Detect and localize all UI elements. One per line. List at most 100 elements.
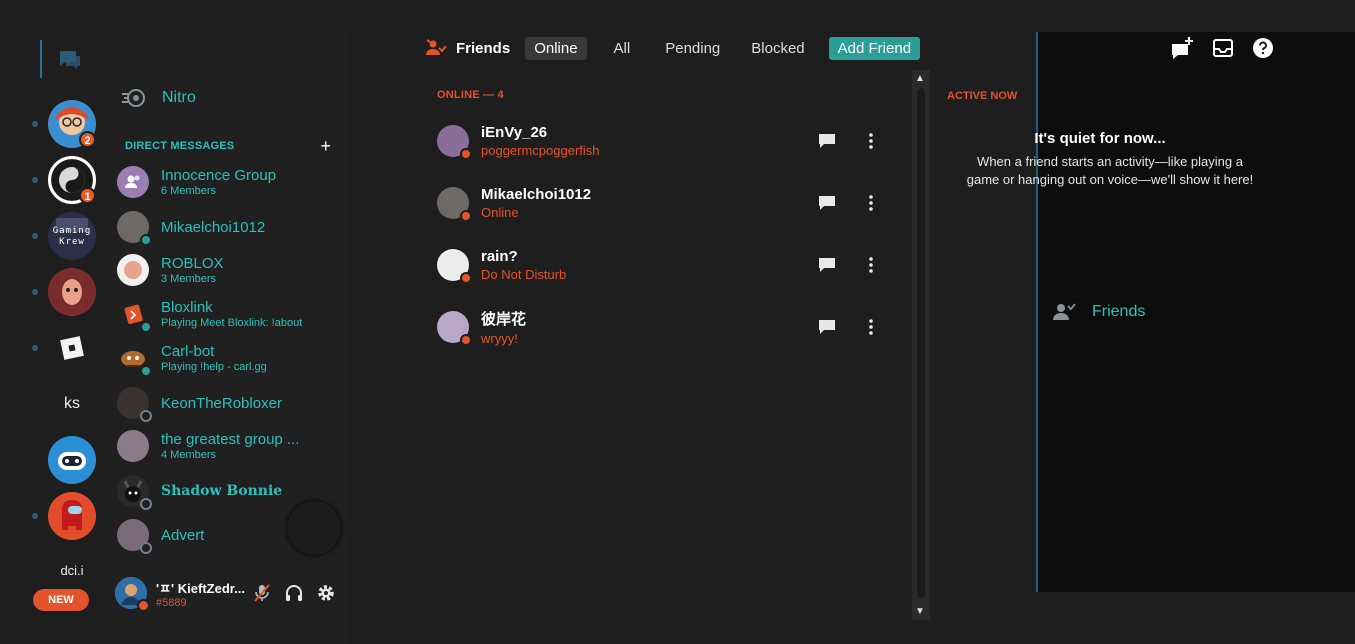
message-button[interactable] bbox=[808, 247, 846, 283]
group-avatar bbox=[117, 254, 149, 286]
unread-pip bbox=[32, 177, 38, 183]
new-group-dm-button[interactable] bbox=[1163, 30, 1203, 66]
friend-avatar bbox=[437, 187, 472, 222]
tab-blocked[interactable]: Blocked bbox=[742, 37, 813, 60]
home-button[interactable] bbox=[40, 38, 100, 80]
more-vertical-icon bbox=[869, 319, 873, 335]
mention-badge: 2 bbox=[79, 131, 96, 148]
floating-overlay-bubble[interactable] bbox=[287, 501, 341, 555]
gear-icon bbox=[318, 585, 334, 601]
online-status-dot bbox=[140, 321, 152, 333]
bot-avatar bbox=[117, 342, 152, 377]
empty-state-heading: It's quiet for now... bbox=[1034, 130, 1166, 147]
friend-status: Online bbox=[481, 205, 519, 220]
dm-name: Innocence Group bbox=[161, 167, 277, 184]
online-count-label: ONLINE — 4 bbox=[437, 89, 504, 101]
friend-status: Do Not Disturb bbox=[481, 267, 567, 282]
friend-row[interactable]: rain? Do Not Disturb bbox=[437, 234, 890, 296]
dm-name: Shadow Bonnie bbox=[161, 483, 283, 499]
server-rail: 2 1 Gaming Krew ks dci.i NEW bbox=[0, 0, 106, 644]
dm-subtext: Playing Meet Bloxlink: !about bbox=[161, 317, 303, 329]
active-now-panel: ACTIVE NOW It's quiet for now... When a … bbox=[930, 66, 1270, 626]
create-dm-icon[interactable]: + bbox=[320, 137, 331, 155]
dm-item[interactable]: Carl-bot Playing !help - carl.gg bbox=[117, 336, 342, 380]
dm-item[interactable]: Innocence Group 6 Members bbox=[117, 160, 342, 204]
user-panel: 'ㅍ' KieftZedr... #5889 bbox=[106, 570, 348, 616]
user-avatar bbox=[117, 387, 152, 422]
new-unreads-pill[interactable]: NEW bbox=[33, 589, 89, 611]
server-label-ks[interactable]: ks bbox=[48, 395, 96, 413]
dm-subtext: 3 Members bbox=[161, 273, 217, 285]
more-vertical-icon bbox=[869, 195, 873, 211]
dm-name: KeonTheRobloxer bbox=[161, 394, 282, 412]
online-status-dot bbox=[460, 210, 472, 222]
user-avatar[interactable] bbox=[115, 577, 150, 612]
online-status-dot bbox=[460, 148, 472, 160]
friend-name: rain? bbox=[481, 248, 518, 265]
scrollbar-thumb[interactable] bbox=[917, 88, 925, 598]
deafen-button[interactable] bbox=[278, 577, 310, 609]
message-button[interactable] bbox=[808, 185, 846, 221]
message-icon bbox=[819, 196, 835, 210]
user-avatar bbox=[117, 211, 152, 246]
dm-name: Advert bbox=[161, 526, 205, 544]
more-options-button[interactable] bbox=[852, 185, 890, 221]
scroll-down-icon[interactable]: ▼ bbox=[915, 606, 925, 617]
dm-name: Bloxlink bbox=[161, 299, 213, 316]
friend-row[interactable]: iEnVy_26 poggermcpoggerfish bbox=[437, 110, 890, 172]
unread-pip bbox=[32, 233, 38, 239]
online-status-dot bbox=[460, 334, 472, 346]
roblox-icon bbox=[60, 336, 84, 360]
message-button[interactable] bbox=[808, 309, 846, 345]
message-button[interactable] bbox=[808, 123, 846, 159]
server-avatar[interactable]: Gaming Krew bbox=[48, 212, 96, 260]
dm-item[interactable]: ROBLOX 3 Members bbox=[117, 248, 342, 292]
mute-button[interactable] bbox=[246, 577, 278, 609]
friends-scrollbar[interactable]: ▲ ▼ bbox=[912, 70, 930, 620]
new-group-dm-icon bbox=[1172, 37, 1193, 59]
server-avatar-text: Gaming Krew bbox=[52, 226, 92, 247]
dnd-status-dot bbox=[460, 272, 472, 284]
nav-nitro[interactable]: Nitro bbox=[108, 76, 331, 120]
dm-section-header: DIRECT MESSAGES + bbox=[125, 137, 331, 155]
server-avatar[interactable] bbox=[48, 492, 96, 540]
server-avatar[interactable] bbox=[48, 324, 96, 372]
friend-row[interactable]: Mikaelchoi1012 Online bbox=[437, 172, 890, 234]
current-user-tag: #5889 bbox=[156, 596, 187, 609]
nav-label: Nitro bbox=[162, 89, 196, 106]
tab-online[interactable]: Online bbox=[525, 36, 587, 60]
help-button[interactable] bbox=[1243, 30, 1283, 66]
friend-name: 彼岸花 bbox=[481, 310, 527, 328]
friend-name: iEnVy_26 bbox=[481, 124, 548, 141]
more-options-button[interactable] bbox=[852, 123, 890, 159]
add-friend-button[interactable]: Add Friend bbox=[828, 36, 921, 60]
message-icon bbox=[819, 320, 835, 334]
dm-subtext: Playing !help - carl.gg bbox=[161, 361, 267, 373]
dm-item[interactable]: KeonTheRobloxer bbox=[117, 381, 342, 425]
user-avatar bbox=[117, 519, 152, 554]
dm-name: ROBLOX bbox=[161, 255, 224, 272]
server-avatar[interactable] bbox=[48, 436, 96, 484]
dm-item[interactable]: the greatest group ... 4 Members bbox=[117, 424, 342, 468]
user-avatar bbox=[117, 475, 152, 510]
tab-all[interactable]: All bbox=[605, 37, 640, 60]
dm-item[interactable]: Mikaelchoi1012 bbox=[117, 205, 342, 249]
more-options-button[interactable] bbox=[852, 309, 890, 345]
inbox-button[interactable] bbox=[1203, 30, 1243, 66]
dm-subtext: 4 Members bbox=[161, 449, 217, 461]
scroll-up-icon[interactable]: ▲ bbox=[915, 73, 925, 84]
dm-subtext: 6 Members bbox=[161, 185, 217, 197]
server-avatar[interactable] bbox=[48, 268, 96, 316]
friends-header-bar: Friends Online All Pending Blocked Add F… bbox=[348, 30, 1355, 66]
more-vertical-icon bbox=[869, 257, 873, 273]
group-avatar bbox=[117, 166, 149, 198]
user-settings-button[interactable] bbox=[310, 577, 342, 609]
server-label-dci[interactable]: dci.i bbox=[48, 563, 96, 578]
more-vertical-icon bbox=[869, 133, 873, 149]
dm-item[interactable]: Bloxlink Playing Meet Bloxlink: !about bbox=[117, 292, 342, 336]
microphone-muted-icon bbox=[254, 584, 270, 602]
friend-row[interactable]: 彼岸花 wryyy! bbox=[437, 296, 890, 358]
help-icon bbox=[1253, 38, 1273, 58]
tab-pending[interactable]: Pending bbox=[656, 37, 729, 60]
more-options-button[interactable] bbox=[852, 247, 890, 283]
